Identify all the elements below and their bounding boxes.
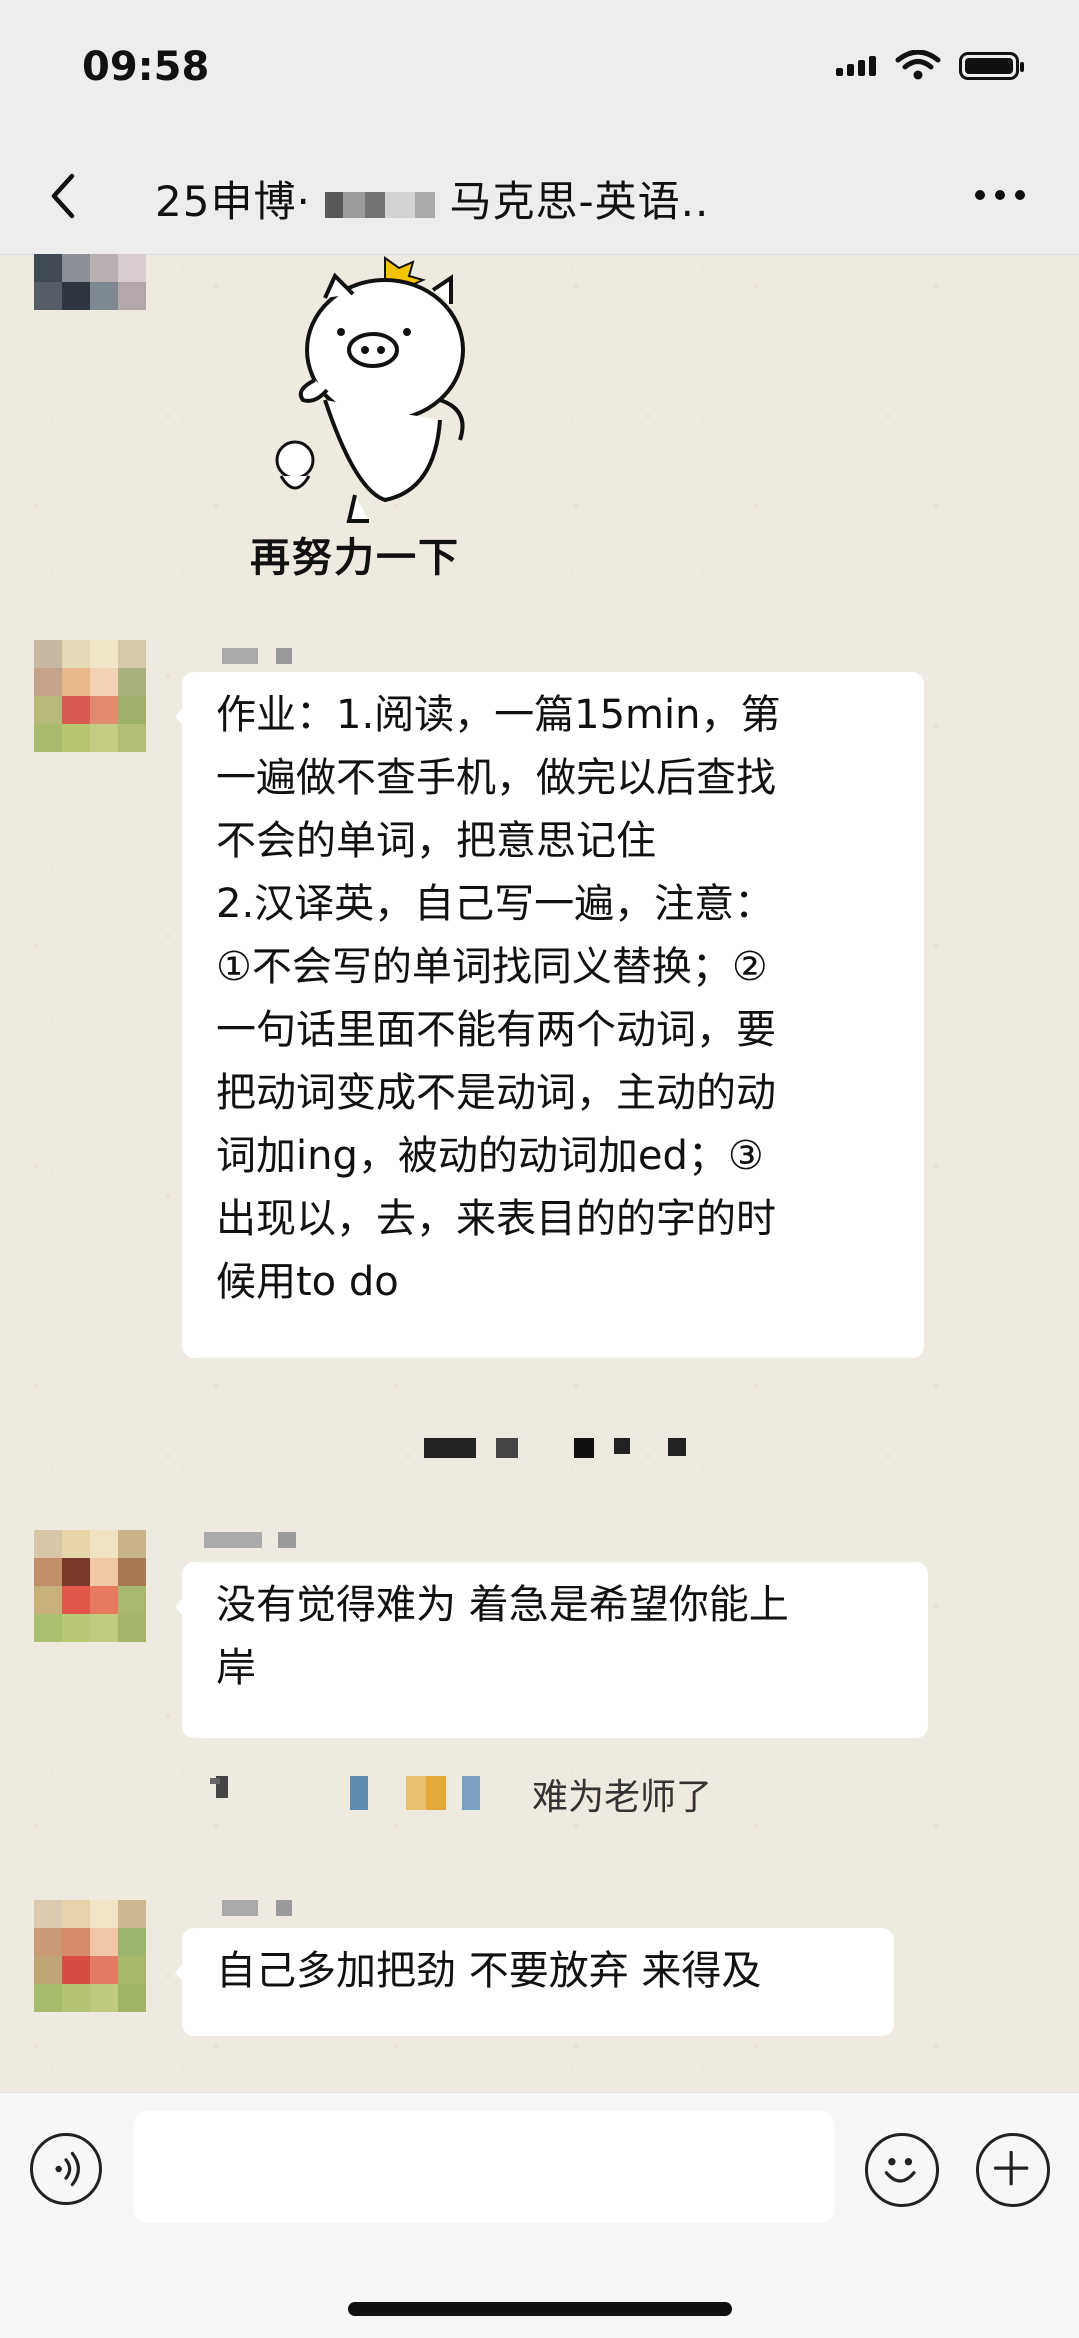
chevron-left-icon[interactable] xyxy=(40,168,90,224)
battery-icon xyxy=(959,52,1024,80)
quoted-message[interactable]: 难为老师了 xyxy=(200,1758,760,1832)
more-dots-icon[interactable] xyxy=(970,180,1030,210)
avatar[interactable] xyxy=(34,640,146,752)
quoted-text: 难为老师了 xyxy=(532,1777,713,1818)
message-line: 不会的单词，把意思记住 xyxy=(216,818,656,864)
message-line: 作业：1.阅读，一篇15min，第 xyxy=(216,692,781,738)
chat-header: 25申博· 马克思-英语.. xyxy=(0,140,1079,255)
redacted-name xyxy=(325,191,436,218)
message-bubble[interactable]: 作业：1.阅读，一篇15min，第 一遍做不查手机，做完以后查找 不会的单词，把… xyxy=(175,672,924,1358)
status-time: 09:58 xyxy=(82,44,210,90)
message-line: 一遍做不查手机，做完以后查找 xyxy=(216,755,776,801)
home-indicator xyxy=(348,2302,732,2316)
sender-name-redacted xyxy=(222,648,302,664)
signal-icon xyxy=(836,56,880,76)
message-line: 2.汉译英，自己写一遍，注意： xyxy=(216,881,775,927)
message-line: 把动词变成不是动词，主动的动 xyxy=(216,1070,776,1116)
avatar[interactable] xyxy=(34,1530,146,1642)
message-line: 候用to do xyxy=(216,1259,399,1305)
sender-name-redacted xyxy=(204,1532,314,1548)
avatar[interactable] xyxy=(34,254,146,314)
message-line: 一句话里面不能有两个动词，要 xyxy=(216,1007,776,1053)
avatar[interactable] xyxy=(34,1900,146,2012)
message-line: 自己多加把劲 不要放弃 来得及 xyxy=(216,1948,762,1994)
message-line: 词加ing，被动的动词加ed；③ xyxy=(216,1133,764,1179)
message-line: ①不会写的单词找同义替换；② xyxy=(216,944,768,990)
sticker-caption: 再努力一下 xyxy=(250,535,460,581)
message-bubble[interactable]: 没有觉得难为 着急是希望你能上 岸 xyxy=(175,1562,928,1738)
quoted-image-redacted xyxy=(210,1776,480,1810)
message-input[interactable] xyxy=(134,2111,834,2223)
voice-icon[interactable] xyxy=(30,2133,102,2205)
chat-title-suffix: 马克思-英语.. xyxy=(449,177,710,226)
chat-title-prefix: 25申博· xyxy=(155,177,311,226)
sender-name-redacted xyxy=(222,1900,302,1916)
message-line: 没有觉得难为 着急是希望你能上 xyxy=(216,1582,789,1628)
emoji-icon[interactable] xyxy=(865,2133,939,2207)
message-bubble[interactable]: 自己多加把劲 不要放弃 来得及 xyxy=(175,1928,894,2036)
message-line: 出现以，去，来表目的的字的时 xyxy=(216,1196,776,1242)
plus-icon[interactable] xyxy=(976,2133,1050,2207)
message-line: 岸 xyxy=(216,1645,256,1691)
status-bar: 09:58 xyxy=(0,0,1079,140)
chat-title: 25申博· 马克思-英语.. xyxy=(155,168,709,229)
system-notice-redacted xyxy=(424,1438,686,1458)
wifi-icon xyxy=(895,50,941,80)
